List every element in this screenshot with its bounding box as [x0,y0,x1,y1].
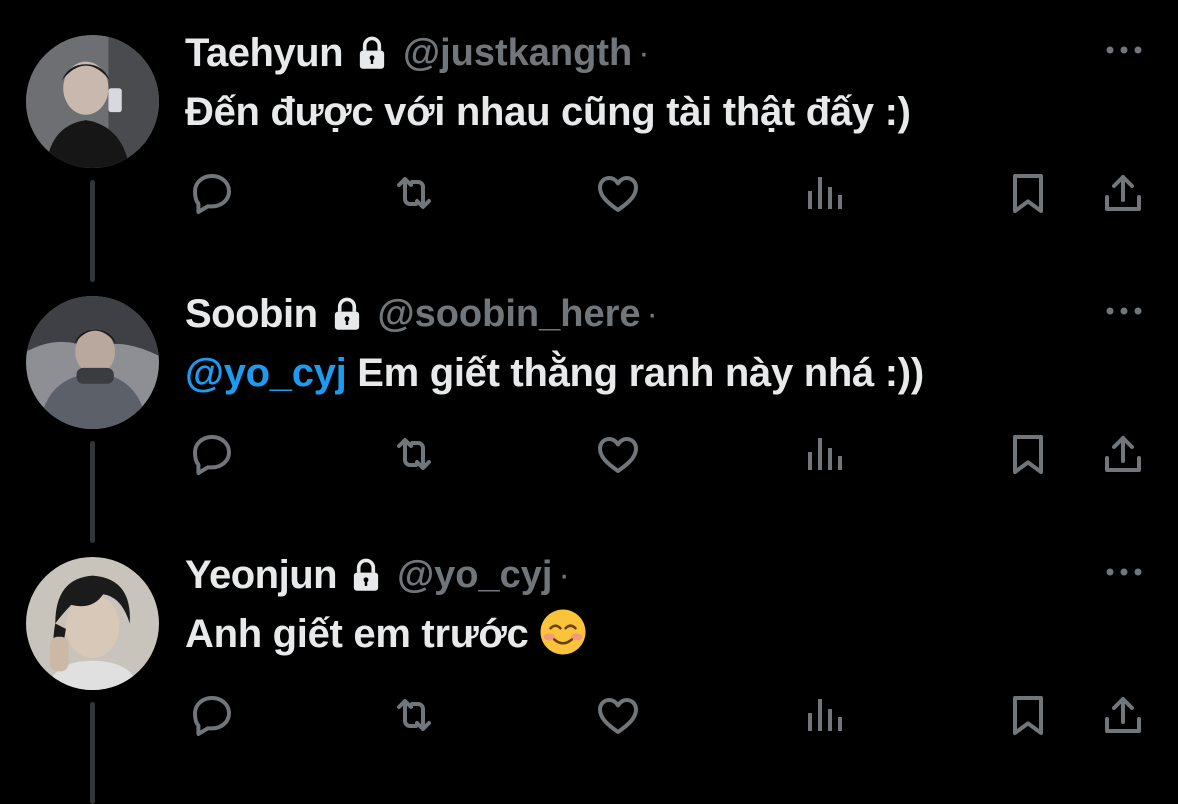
reply-button[interactable] [184,165,240,221]
tweet[interactable]: Yeonjun @yo_cyj · Anh giết em trước [0,522,1178,804]
display-name[interactable]: Soobin [185,292,318,337]
share-button[interactable] [1095,426,1151,482]
separator-dot: · [646,294,658,333]
like-icon [594,691,642,739]
lock-icon [357,36,387,70]
share-icon [1099,169,1147,217]
views-button[interactable] [796,687,852,743]
retweet-button[interactable] [386,165,442,221]
avatar[interactable] [26,557,159,690]
tweet-header: Yeonjun @yo_cyj · [185,550,570,600]
user-handle[interactable]: @justkangth [403,32,632,75]
lock-icon [332,297,362,331]
tweet[interactable]: Taehyun @justkangth · Đến được với nhau … [0,0,1178,282]
tweet-text: Anh giết em trước [185,609,588,657]
tweet-header: Soobin @soobin_here · [185,289,658,339]
bookmark-button[interactable] [1000,426,1056,482]
action-bar [0,426,1178,486]
avatar[interactable] [26,296,159,429]
display-name[interactable]: Yeonjun [185,553,338,598]
separator-dot: · [638,33,650,72]
tweet-text: @yo_cyj Em giết thằng ranh này nhá :)) [185,351,924,396]
tweet-text-content: Đến được với nhau cũng tài thật đấy :) [185,90,911,134]
like-icon [594,169,642,217]
smiling-face-icon [540,609,586,655]
like-icon [594,430,642,478]
user-handle[interactable]: @yo_cyj [397,554,552,597]
bookmark-icon [1004,430,1052,478]
views-button[interactable] [796,165,852,221]
retweet-icon [390,691,438,739]
mention-link[interactable]: @yo_cyj [185,351,347,395]
separator-dot: · [558,555,570,594]
bookmark-icon [1004,691,1052,739]
like-button[interactable] [590,687,646,743]
tweet[interactable]: Soobin @soobin_here · @yo_cyj Em giết th… [0,261,1178,543]
share-button[interactable] [1095,687,1151,743]
lock-icon [351,558,381,592]
tweet-text: Đến được với nhau cũng tài thật đấy :) [185,90,911,135]
share-icon [1099,691,1147,739]
retweet-button[interactable] [386,687,442,743]
views-icon [800,430,848,478]
more-icon[interactable] [1102,562,1146,582]
avatar[interactable] [26,35,159,168]
bookmark-button[interactable] [1000,687,1056,743]
reply-button[interactable] [184,687,240,743]
more-icon[interactable] [1102,301,1146,321]
action-bar [0,687,1178,747]
share-icon [1099,430,1147,478]
views-button[interactable] [796,426,852,482]
more-icon[interactable] [1102,40,1146,60]
views-icon [800,169,848,217]
action-bar [0,165,1178,225]
like-button[interactable] [590,426,646,482]
retweet-button[interactable] [386,426,442,482]
retweet-icon [390,430,438,478]
reply-icon [188,430,236,478]
reply-icon [188,691,236,739]
bookmark-icon [1004,169,1052,217]
tweet-text-content: Anh giết em trước [185,612,529,656]
tweet-text-content: Em giết thằng ranh này nhá :)) [346,351,924,395]
tweet-header: Taehyun @justkangth · [185,28,650,78]
views-icon [800,691,848,739]
display-name[interactable]: Taehyun [185,31,344,76]
like-button[interactable] [590,165,646,221]
user-handle[interactable]: @soobin_here [378,293,641,336]
reply-icon [188,169,236,217]
retweet-icon [390,169,438,217]
share-button[interactable] [1095,165,1151,221]
bookmark-button[interactable] [1000,165,1056,221]
reply-button[interactable] [184,426,240,482]
